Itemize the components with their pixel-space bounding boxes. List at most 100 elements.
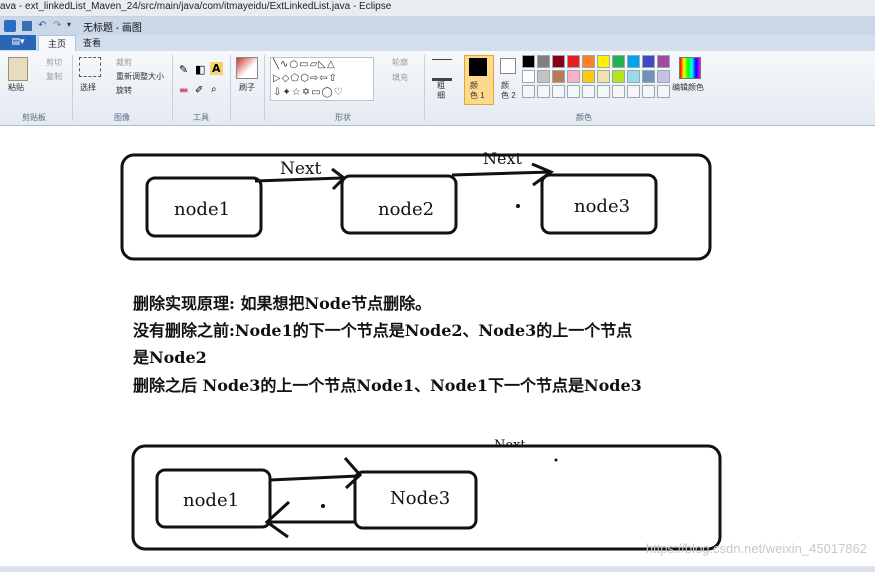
custom-color-slot[interactable] — [522, 85, 535, 98]
ribbon-separator — [172, 55, 173, 121]
watermark: https://blog.csdn.net/weixin_45017862 — [645, 541, 867, 556]
pencil-icon[interactable]: ✎ — [179, 63, 188, 76]
dot-mark — [321, 504, 325, 508]
paste-button[interactable]: 粘贴 — [8, 82, 24, 93]
custom-color-slot[interactable] — [612, 85, 625, 98]
color-swatch[interactable] — [537, 70, 550, 83]
ribbon-separator — [264, 55, 265, 121]
outline-button[interactable]: 轮廓 — [392, 57, 408, 68]
color-swatch[interactable] — [537, 55, 550, 68]
bottom-arrow-next-head — [343, 457, 363, 490]
edit-colors-icon[interactable] — [679, 57, 701, 79]
color-swatch[interactable] — [522, 55, 535, 68]
fill-bucket-icon[interactable]: ◧ — [195, 63, 205, 76]
tools-group-label: 工具 — [193, 113, 209, 122]
image-group-label: 图像 — [114, 113, 130, 122]
drawing-canvas[interactable]: node1 node2 node3 Next Next 删除实现原理: 如果想把… — [0, 126, 875, 566]
edit-colors-button[interactable]: 编辑颜色 — [672, 82, 704, 93]
shapes-gallery[interactable]: ╲∿○▭▱◺△ ▷◇⬠⬡⇨⇦⇧ ⇩✦☆✡▭◯♡ — [270, 57, 374, 101]
select-icon[interactable] — [79, 57, 101, 77]
top-node2-label: node2 — [378, 199, 435, 220]
color-swatch[interactable] — [597, 55, 610, 68]
crop-button[interactable]: 裁剪 — [116, 57, 132, 68]
save-icon[interactable] — [22, 21, 32, 31]
color-swatch[interactable] — [657, 55, 670, 68]
color-swatch[interactable] — [582, 55, 595, 68]
top-node3-label: node3 — [574, 196, 631, 217]
rotate-button[interactable]: 旋转 — [116, 85, 132, 96]
color-picker-icon[interactable]: ✐ — [195, 85, 203, 96]
text-line: 删除之后 Node3的上一个节点Node1、Node1下一个节点是Node3 — [133, 376, 642, 395]
top-arrow-2-line — [451, 170, 552, 177]
color2-label[interactable]: 颜 色 2 — [501, 81, 516, 101]
color-swatch[interactable] — [627, 70, 640, 83]
color-swatch[interactable] — [522, 70, 535, 83]
window-title-bar: ava - ext_linkedList_Maven_24/src/main/j… — [0, 0, 875, 17]
undo-icon[interactable]: ↶ — [38, 20, 50, 32]
copy-button[interactable]: 复制 — [46, 71, 62, 82]
color-swatch[interactable] — [597, 70, 610, 83]
text-line: 没有删除之前:Node1的下一个节点是Node2、Node3的上一个节点 — [133, 321, 633, 340]
text-line: 是Node2 — [133, 348, 207, 367]
ribbon-tabs-row — [0, 35, 875, 51]
tab-home[interactable]: 主页 — [38, 35, 76, 52]
top-node1-label: node1 — [174, 199, 231, 220]
fill-button[interactable]: 填充 — [392, 72, 408, 83]
color2-swatch[interactable] — [500, 58, 516, 74]
ribbon: 粘贴 剪切 复制 剪贴板 选择 裁剪 重新调整大小 旋转 图像 ✎ ◧ A ▬ … — [0, 51, 875, 126]
ribbon-separator — [230, 55, 231, 121]
file-menu-button[interactable]: ▤▾ — [0, 35, 36, 50]
custom-color-slot[interactable] — [597, 85, 610, 98]
text-line: 删除实现原理: 如果想把Node节点删除。 — [133, 294, 432, 313]
color-swatch[interactable] — [612, 70, 625, 83]
size-button[interactable]: 粗 细 — [437, 81, 445, 101]
ribbon-separator — [424, 55, 425, 121]
brush-icon[interactable] — [236, 57, 258, 79]
dot-mark — [516, 204, 520, 208]
custom-color-slot[interactable] — [657, 85, 670, 98]
bottom-node1-label: node1 — [183, 490, 240, 511]
custom-color-slot[interactable] — [582, 85, 595, 98]
color-swatch[interactable] — [642, 70, 655, 83]
color-swatch[interactable] — [567, 70, 580, 83]
color1-swatch — [469, 58, 487, 76]
eraser-icon[interactable]: ▬ — [179, 85, 188, 96]
cut-button[interactable]: 剪切 — [46, 57, 62, 68]
color-swatch[interactable] — [627, 55, 640, 68]
quick-access-toolbar: ↶ ↷ ▾ 无标题 - 画图 — [0, 17, 875, 35]
color-swatch[interactable] — [552, 70, 565, 83]
color-swatch[interactable] — [582, 70, 595, 83]
resize-button[interactable]: 重新调整大小 — [116, 71, 164, 82]
color-swatch[interactable] — [552, 55, 565, 68]
status-bar — [0, 566, 875, 572]
tab-view[interactable]: 查看 — [76, 35, 108, 51]
bottom-arrow-next-line — [269, 474, 359, 482]
paint-app-icon — [4, 20, 16, 32]
customize-toolbar-icon[interactable]: ▾ — [67, 20, 79, 32]
ribbon-separator — [72, 55, 73, 121]
color-swatch[interactable] — [567, 55, 580, 68]
select-button[interactable]: 选择 — [80, 82, 96, 93]
shapes-group-label: 形状 — [335, 113, 351, 122]
custom-color-slot[interactable] — [627, 85, 640, 98]
paste-icon[interactable] — [8, 57, 28, 81]
custom-color-slot[interactable] — [567, 85, 580, 98]
size-icon[interactable] — [432, 59, 452, 81]
paint-document-title: 无标题 - 画图 — [83, 23, 142, 34]
explanation-text: 删除实现原理: 如果想把Node节点删除。 没有删除之前:Node1的下一个节点… — [133, 289, 642, 401]
window-title: ava - ext_linkedList_Maven_24/src/main/j… — [0, 1, 392, 12]
dot-mark — [554, 458, 558, 462]
color-swatch[interactable] — [657, 70, 670, 83]
custom-color-slot[interactable] — [642, 85, 655, 98]
magnifier-icon[interactable]: ⌕ — [211, 84, 217, 95]
color-swatch[interactable] — [612, 55, 625, 68]
brushes-button[interactable]: 刷子 — [239, 82, 255, 93]
color-swatch[interactable] — [642, 55, 655, 68]
custom-color-slot[interactable] — [552, 85, 565, 98]
text-tool-icon[interactable]: A — [210, 62, 223, 75]
clipboard-group-label: 剪贴板 — [22, 113, 46, 122]
colors-group-label: 颜色 — [576, 113, 592, 122]
color1-label: 颜 色 1 — [470, 81, 485, 100]
redo-icon[interactable]: ↷ — [53, 20, 65, 32]
custom-color-slot[interactable] — [537, 85, 550, 98]
